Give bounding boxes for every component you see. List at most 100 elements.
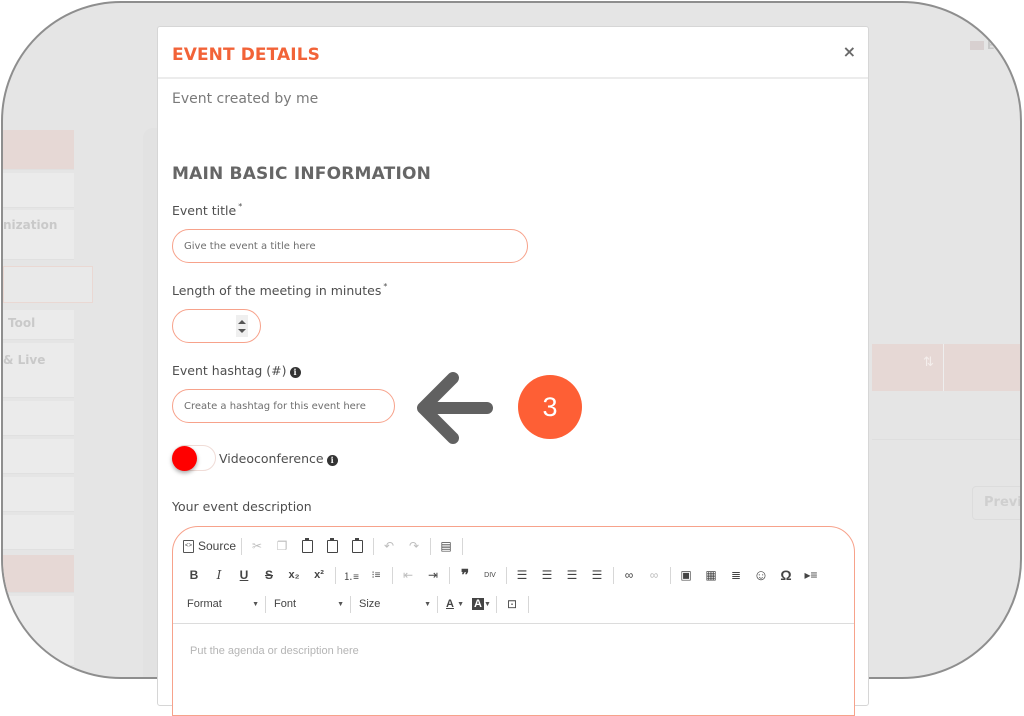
paste-icon[interactable] — [296, 536, 318, 556]
bg-sidebar-text: Tool — [8, 316, 36, 330]
videoconference-label: Videoconference i — [219, 451, 338, 466]
modal-header: EVENT DETAILS × — [158, 27, 868, 79]
bg-sidebar-item — [3, 596, 74, 666]
bulleted-list-icon[interactable]: ⁝≡ — [365, 565, 387, 585]
bg-language-selector: En — [970, 39, 1002, 52]
link-icon[interactable]: ∞ — [618, 565, 640, 585]
bg-sidebar-text: nization — [3, 218, 58, 232]
toolbar-separator — [392, 566, 393, 584]
number-spinner[interactable] — [236, 315, 248, 337]
copy-icon[interactable]: ❐ — [271, 536, 293, 556]
meeting-length-label-text: Length of the meeting in minutes — [172, 283, 382, 298]
format-dropdown[interactable]: Format ▼ — [183, 594, 263, 614]
toolbar-separator — [437, 595, 438, 613]
cut-icon[interactable]: ✂ — [246, 536, 268, 556]
videoconference-label-text: Videoconference — [219, 451, 324, 466]
align-right-icon[interactable]: ☰ — [561, 565, 583, 585]
hashtag-label: Event hashtag (#) i — [172, 363, 301, 378]
toolbar-separator — [265, 595, 266, 613]
italic-icon[interactable]: I — [208, 565, 230, 585]
strikethrough-icon[interactable]: S — [258, 565, 280, 585]
subscript-icon[interactable]: x₂ — [283, 565, 305, 585]
bg-content-column — [143, 128, 157, 677]
bg-sidebar-item — [3, 515, 74, 550]
toggle-knob[interactable] — [172, 446, 197, 471]
maximize-icon[interactable]: ⊡ — [501, 594, 523, 614]
text-color-icon: A — [446, 598, 454, 610]
paste-word-icon[interactable] — [346, 536, 368, 556]
size-label: Size — [359, 598, 381, 610]
close-icon[interactable]: × — [843, 42, 856, 61]
toolbar-separator — [506, 566, 507, 584]
bg-table-header — [872, 344, 1020, 391]
special-character-icon[interactable]: Ω — [775, 565, 797, 585]
spin-down-icon[interactable] — [238, 329, 246, 333]
bg-sidebar-item-boxed — [3, 266, 93, 303]
toolbar-separator — [241, 537, 243, 555]
description-label: Your event description — [172, 499, 312, 514]
toolbar-row-3: Format ▼ Font ▼ Size ▼ A ▼ A ▼ ⊡ — [183, 593, 533, 615]
underline-icon[interactable]: U — [233, 565, 255, 585]
toolbar-separator — [350, 595, 351, 613]
unlink-icon[interactable]: ∞ — [643, 565, 665, 585]
bg-sidebar-item-active — [3, 130, 74, 170]
bg-sidebar-item-active — [3, 555, 74, 593]
smiley-icon[interactable]: ☺ — [750, 565, 772, 585]
event-details-modal: EVENT DETAILS × Event created by me MAIN… — [157, 26, 869, 716]
bg-sidebar-item — [3, 439, 74, 474]
rich-text-editor: <> Source ✂ ❐ ↶ ↷ ▤ B I U S x₂ x² ⒈≡ ⁝≡ … — [172, 526, 855, 716]
bg-sidebar-item — [3, 173, 74, 208]
create-div-icon[interactable]: DIV — [479, 565, 501, 585]
size-dropdown[interactable]: Size ▼ — [355, 594, 435, 614]
info-icon[interactable]: i — [326, 455, 338, 466]
meeting-length-input[interactable] — [172, 309, 261, 343]
required-mark: * — [383, 282, 388, 291]
text-color-button[interactable]: A ▼ — [442, 594, 468, 614]
increase-indent-icon[interactable]: ⇥ — [422, 565, 444, 585]
redo-icon[interactable]: ↷ — [403, 536, 425, 556]
toolbar-separator — [528, 595, 529, 613]
info-icon[interactable]: i — [289, 367, 301, 378]
hashtag-input[interactable] — [172, 389, 395, 423]
decrease-indent-icon[interactable]: ⇤ — [397, 565, 419, 585]
bg-color-button[interactable]: A ▼ — [468, 594, 494, 614]
chevron-down-icon: ▼ — [252, 600, 259, 608]
table-icon[interactable]: ▦ — [700, 565, 722, 585]
image-icon[interactable]: ▣ — [675, 565, 697, 585]
toolbar-row-1: <> Source ✂ ❐ ↶ ↷ ▤ — [183, 535, 467, 557]
numbered-list-icon[interactable]: ⒈≡ — [340, 565, 362, 585]
toolbar-separator — [462, 537, 464, 555]
bg-sidebar-item — [3, 401, 74, 436]
chevron-down-icon: ▼ — [483, 600, 491, 608]
sort-arrows-icon: ⇅ — [923, 355, 934, 370]
chevron-down-icon: ▼ — [424, 600, 431, 608]
paste-text-icon[interactable] — [321, 536, 343, 556]
editor-content-area[interactable]: Put the agenda or description here — [173, 624, 854, 715]
bg-sidebar-item — [3, 477, 74, 512]
toolbar-separator — [670, 566, 671, 584]
horizontal-line-icon[interactable]: ≣ — [725, 565, 747, 585]
page-break-icon[interactable]: ▸≡ — [800, 565, 822, 585]
font-dropdown[interactable]: Font ▼ — [270, 594, 348, 614]
event-title-input[interactable] — [172, 229, 528, 263]
modal-title: EVENT DETAILS — [172, 45, 320, 65]
spin-up-icon[interactable] — [238, 320, 246, 324]
source-button[interactable]: <> Source — [183, 536, 236, 556]
justify-icon[interactable]: ☰ — [586, 565, 608, 585]
bg-previous-button: Previo — [972, 486, 1020, 520]
videoconference-toggle[interactable] — [172, 445, 216, 471]
meeting-length-label: Length of the meeting in minutes * — [172, 282, 387, 298]
templates-icon[interactable]: ▤ — [435, 536, 457, 556]
font-label: Font — [274, 598, 297, 610]
bg-divider — [943, 344, 944, 391]
bold-icon[interactable]: B — [183, 565, 205, 585]
undo-icon[interactable]: ↶ — [378, 536, 400, 556]
toolbar-separator — [449, 566, 450, 584]
required-mark: * — [238, 202, 243, 211]
align-left-icon[interactable]: ☰ — [511, 565, 533, 585]
bg-sidebar-text: & Live — [3, 353, 46, 367]
format-label: Format — [187, 598, 222, 610]
blockquote-icon[interactable]: ❞ — [454, 565, 476, 585]
align-center-icon[interactable]: ☰ — [536, 565, 558, 585]
superscript-icon[interactable]: x² — [308, 565, 330, 585]
